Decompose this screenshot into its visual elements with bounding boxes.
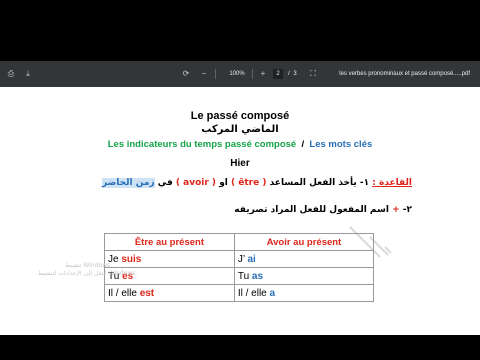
doc-title-arabic: الماضي المركب — [201, 124, 279, 135]
cell-avoir: Tu as — [233, 267, 375, 285]
file-title: les verbes pronominaux et passé composé.… — [339, 71, 470, 77]
print-icon[interactable]: ⎙ — [6, 69, 16, 79]
doc-subtitle: Les indicateurs du temps passé composé /… — [0, 139, 480, 150]
watermark-line-1: تنشيط Windows — [65, 262, 111, 269]
header-etre: Être au présent — [104, 233, 235, 251]
rule2-text: اسم المفعول للفعل المراد تصريفه — [234, 205, 389, 215]
subtitle-keywords: Les mots clés — [309, 139, 373, 150]
header-avoir: Avoir au présent — [233, 233, 375, 251]
verb-avoir: ai — [247, 253, 256, 265]
rule-in: في — [157, 178, 173, 188]
table-row: Je suis J’ ai — [104, 250, 375, 268]
rule2-number: ٢- — [402, 205, 412, 215]
subtitle-indicators: Les indicateurs du temps passé composé — [107, 139, 297, 150]
page-total: 3 — [293, 71, 297, 77]
pdf-page: Le passé composé الماضي المركب Les indic… — [0, 87, 480, 335]
rule-line-1: القاعدة : ١- يأخذ الفعل المساعد ( être )… — [101, 178, 412, 188]
cell-avoir: J’ ai — [233, 250, 375, 268]
cell-avoir: Il / elle a — [233, 284, 375, 302]
zoom-in-icon[interactable]: + — [258, 69, 268, 79]
cell-etre: Il / elle est — [104, 284, 235, 302]
pronoun: Il / elle — [108, 287, 140, 299]
rotate-icon[interactable]: ⟳ — [181, 69, 191, 79]
keyword-hier: Hier — [230, 158, 250, 169]
rule-present-highlight: زمن الحاضر — [101, 178, 155, 188]
zoom-out-icon[interactable]: − — [199, 69, 209, 79]
page-number-input[interactable]: 2 — [273, 69, 283, 79]
table-header-row: Être au présent Avoir au présent — [104, 233, 375, 251]
table-row: Tu es Tu as — [104, 267, 375, 285]
download-icon[interactable]: ⤓ — [23, 69, 33, 79]
verb-etre: est — [139, 287, 155, 299]
rule-avoir: ( avoir ) — [175, 178, 217, 188]
rule-label: القاعدة : — [372, 178, 412, 188]
doc-title: Le passé composé — [190, 110, 290, 122]
rule-etre: ( être ) — [231, 178, 267, 188]
rule-line-2: ٢- + اسم المفعول للفعل المراد تصريفه — [234, 205, 412, 215]
fit-page-icon[interactable]: ⛶ — [308, 69, 318, 79]
rule-or: او — [219, 178, 228, 188]
windows-activation-watermark: تنشيط Windows انتقل إلى الإعدادات لتنشيط… — [38, 262, 137, 278]
zoom-level[interactable]: 100% — [228, 69, 246, 79]
watermark-line-2: انتقل إلى الإعدادات لتنشيط Windows. — [38, 270, 138, 277]
rule-text-1: ١- يأخذ الفعل المساعد — [269, 178, 370, 188]
rule2-plus: + — [392, 205, 400, 215]
table-row: Il / elle est Il / elle a — [104, 284, 375, 302]
conjugation-table: Être au présent Avoir au présent Je suis… — [104, 233, 375, 302]
verb-avoir: a — [269, 287, 276, 299]
pronoun: Il / elle — [237, 287, 270, 299]
pronoun: Tu — [237, 270, 252, 282]
pdf-toolbar: ⎙ ⤓ ⟳ − 100% + 2 / 3 ⛶ les verbes pronom… — [0, 61, 480, 87]
verb-avoir: as — [251, 270, 264, 282]
